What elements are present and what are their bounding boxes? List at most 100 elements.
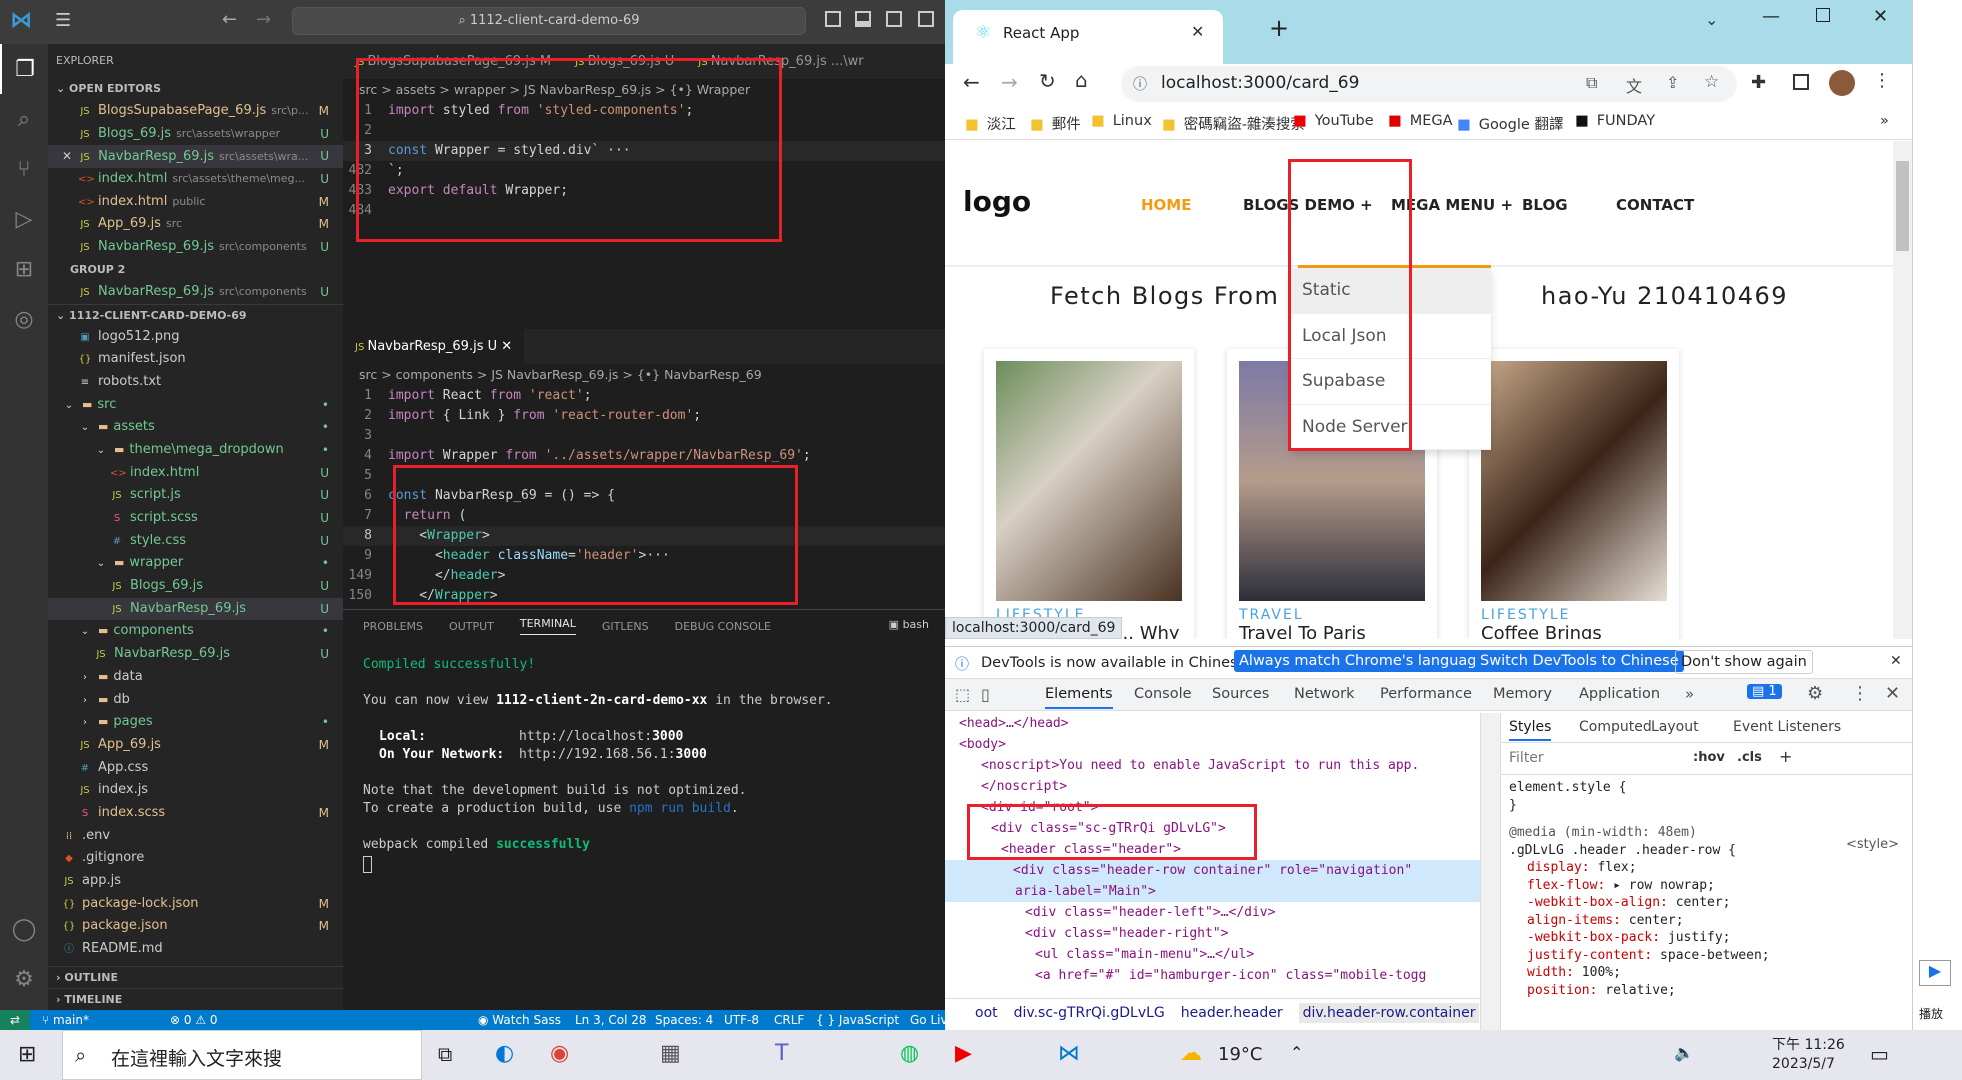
line-icon[interactable]: ◍	[900, 1041, 919, 1066]
tree-item[interactable]: ▣ logo512.png	[48, 326, 343, 349]
volume-icon[interactable]: 🔈	[1674, 1043, 1694, 1062]
bookmark-item[interactable]: ■ MEGA	[1388, 113, 1453, 129]
open-editor-item[interactable]: JS NavbarResp_69.js src\components U	[48, 236, 343, 259]
maximize-icon[interactable]	[1816, 8, 1830, 22]
menu-icon[interactable]: ☰	[55, 10, 71, 31]
taskbar-search[interactable]: ⌕ 在這裡輸入文字來搜	[62, 1030, 422, 1080]
dom-node[interactable]: <head>…</head>	[945, 713, 1480, 734]
nav-item[interactable]: HOME	[1141, 196, 1191, 214]
vscode-taskbar-icon[interactable]: ⋈	[1058, 1041, 1080, 1066]
edge-icon[interactable]: ◐	[495, 1041, 514, 1066]
media-player-icon[interactable]: ▶	[955, 1041, 972, 1066]
panel-tab[interactable]: GITLENS	[602, 620, 649, 633]
run-debug-icon[interactable]: ▷	[0, 194, 48, 244]
encoding-status[interactable]: UTF-8	[724, 1010, 759, 1030]
open-editor-item[interactable]: ✕ JS NavbarResp_69.js src\assets\wra... U	[48, 145, 343, 169]
teams-icon[interactable]: T	[775, 1041, 788, 1066]
extensions-puzzle-icon[interactable]: ✚	[1751, 72, 1766, 93]
tree-item[interactable]: JS script.js U	[48, 484, 343, 507]
translate-icon[interactable]: 文	[1626, 73, 1642, 97]
extensions-icon[interactable]: ⊞	[0, 244, 48, 294]
settings-gear-icon[interactable]: ⚙	[0, 954, 48, 1004]
dom-node[interactable]: aria-label="Main">	[945, 881, 1480, 902]
tray-chevron-icon[interactable]: ⌃	[1290, 1043, 1303, 1062]
tree-item[interactable]: ⓘ README.md	[48, 938, 343, 961]
open-editor-item[interactable]: JS BlogsSupabasePage_69.js src\p... M	[48, 100, 343, 123]
cursor-position[interactable]: Ln 3, Col 28	[575, 1010, 647, 1030]
calculator-icon[interactable]: ▦	[660, 1041, 681, 1066]
clock-date[interactable]: 2023/5/7	[1772, 1056, 1835, 1072]
dom-node[interactable]: <a href="#" id="hamburger-icon" class="m…	[945, 965, 1480, 986]
styles-filter-input[interactable]: Filter	[1509, 750, 1544, 766]
styles-tab[interactable]: Computed	[1579, 719, 1652, 735]
bookmark-item[interactable]: ■ 郵件	[1030, 113, 1081, 134]
tree-item[interactable]: ⌄ ▬ assets •	[48, 416, 343, 439]
dom-node[interactable]: <div class="header-row container" role="…	[945, 860, 1480, 881]
dom-node[interactable]: <div class="header-left">…</div>	[945, 902, 1480, 923]
close-tab-icon[interactable]: ✕	[1191, 22, 1204, 41]
tree-item[interactable]: ⌄ ▬ src •	[48, 394, 343, 417]
panel-tab[interactable]: PROBLEMS	[363, 620, 423, 633]
css-rules[interactable]: element.style {} @media (min-width: 48em)…	[1501, 775, 1912, 1003]
tree-item[interactable]: ⌄ ▬ theme\mega_dropdown •	[48, 439, 343, 462]
play-icon[interactable]: ▶	[1919, 960, 1951, 986]
command-center-search[interactable]: ⌕ 1112-client-card-demo-69	[292, 7, 806, 35]
editor2-tab[interactable]: JS NavbarResp_69.js U ✕	[343, 329, 525, 364]
dom-scrollbar[interactable]	[1480, 713, 1500, 1031]
timeline-header[interactable]: › TIMELINE	[48, 988, 343, 1010]
devtools-tab[interactable]: Memory	[1493, 686, 1552, 702]
dom-breadcrumb-item[interactable]: div.header-row.container	[1298, 1003, 1480, 1023]
bookmark-item[interactable]: ■ Google 翻譯	[1457, 113, 1563, 134]
new-rule-icon[interactable]: +	[1779, 747, 1792, 766]
blog-card[interactable]: LIFESTYLE Coffee Brings	[1469, 349, 1679, 639]
tree-item[interactable]: JS app.js	[48, 870, 343, 893]
open-editors-header[interactable]: ⌄ OPEN EDITORS	[48, 78, 343, 100]
cls-toggle[interactable]: .cls	[1737, 750, 1762, 765]
devtools-settings-icon[interactable]: ⚙	[1807, 683, 1823, 704]
toggle-secondary-sidebar-icon[interactable]	[886, 11, 902, 27]
account-icon[interactable]: ◯	[0, 904, 48, 954]
open-editor-item[interactable]: JS Blogs_69.js src\assets\wrapper U	[48, 123, 343, 146]
inspect-icon[interactable]: ⬚	[955, 685, 970, 704]
dom-node[interactable]: <noscript>You need to enable JavaScript …	[945, 755, 1480, 776]
bookmark-item[interactable]: ■ Linux	[1091, 113, 1152, 129]
styles-tab[interactable]: Layout	[1651, 719, 1699, 735]
language-status[interactable]: { } JavaScript	[816, 1010, 899, 1030]
dom-node[interactable]: </noscript>	[945, 776, 1480, 797]
nav-item[interactable]: BLOG	[1522, 196, 1568, 214]
profile-avatar[interactable]	[1829, 70, 1855, 96]
bookmark-item[interactable]: ■ FUNDAY	[1575, 113, 1655, 129]
side-panel-icon[interactable]	[1793, 74, 1809, 90]
windows-start-icon[interactable]: ⊞	[18, 1042, 36, 1067]
dom-node[interactable]: <body>	[945, 734, 1480, 755]
open-editor-item[interactable]: <> index.html public M	[48, 191, 343, 214]
match-language-button[interactable]: Always match Chrome's language	[1234, 650, 1491, 672]
devtools-tab[interactable]: Network	[1294, 686, 1355, 702]
scrollbar-thumb[interactable]	[1896, 161, 1909, 251]
dom-breadcrumb-item[interactable]: oot	[975, 1005, 998, 1021]
browser-tab[interactable]: ⚛ React App ✕	[953, 10, 1223, 64]
tree-item[interactable]: # style.css U	[48, 530, 343, 553]
address-bar[interactable]: ⓘ localhost:3000/card_69 ⧉ 文 ⇪ ☆	[1121, 66, 1737, 102]
golive-status[interactable]: Go Live	[910, 1010, 945, 1030]
watch-sass-status[interactable]: ◉ Watch Sass	[478, 1010, 561, 1030]
issues-badge[interactable]: ▤ 1	[1747, 684, 1782, 699]
gitlens-icon[interactable]: ◎	[0, 294, 48, 344]
toggle-panel-icon[interactable]	[855, 11, 871, 27]
bookmark-item[interactable]: ■ 密碼竊盜-雜湊搜索	[1162, 113, 1305, 134]
styles-tab[interactable]: Styles	[1509, 719, 1552, 741]
dom-breadcrumb-item[interactable]: header.header	[1181, 1005, 1283, 1021]
style-source-link[interactable]: <style>	[1846, 837, 1899, 852]
tree-item[interactable]: › ▬ pages •	[48, 711, 343, 734]
nav-item[interactable]: CONTACT	[1616, 196, 1694, 214]
tree-item[interactable]: JS Blogs_69.js U	[48, 575, 343, 598]
search-view-icon[interactable]: ⌕	[0, 94, 48, 144]
tree-item[interactable]: JS App_69.js M	[48, 734, 343, 757]
tree-item[interactable]: <> index.html U	[48, 462, 343, 485]
devtools-tab[interactable]: Performance	[1380, 686, 1472, 702]
dont-show-button[interactable]: Don't show again	[1675, 650, 1813, 674]
tree-item[interactable]: JS NavbarResp_69.js U	[48, 597, 343, 621]
panel-tab[interactable]: DEBUG CONSOLE	[675, 620, 771, 633]
styles-tab[interactable]: Event Listeners	[1733, 719, 1841, 735]
tree-item[interactable]: {} manifest.json	[48, 348, 343, 371]
